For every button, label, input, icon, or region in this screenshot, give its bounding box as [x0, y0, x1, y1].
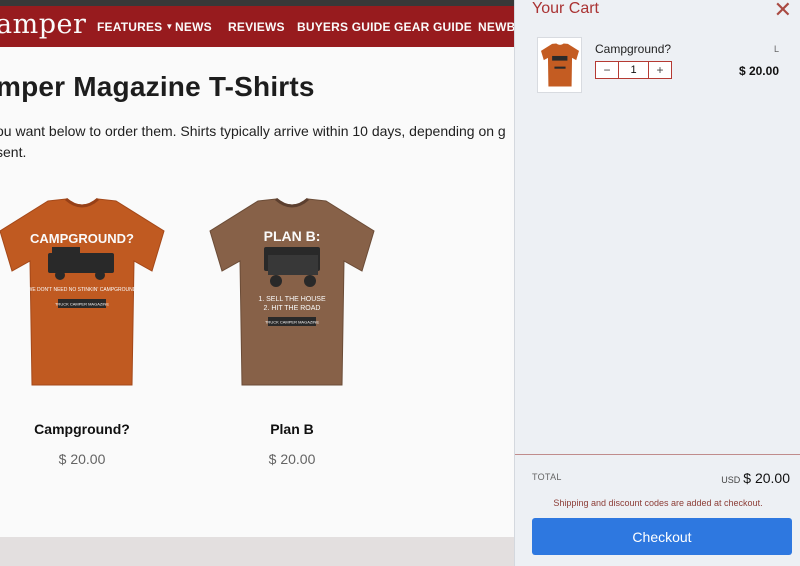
product-name[interactable]: Campground?	[0, 421, 172, 437]
product-image-plan-b[interactable]: PLAN B: 1. SELL THE HOUSE 2. HIT THE ROA…	[206, 197, 378, 387]
chevron-down-icon: ▼	[165, 22, 174, 31]
nav-news[interactable]: NEWS	[175, 20, 212, 34]
nav-buyers-guide[interactable]: BUYERS GUIDE	[297, 20, 391, 34]
shop-page: mper Magazine T-Shirts ou want below to …	[0, 47, 514, 566]
close-icon[interactable]: ✕	[774, 0, 792, 23]
page-intro: ou want below to order them. Shirts typi…	[0, 123, 506, 160]
product-price: $ 20.00	[58, 451, 106, 467]
quantity-stepper: − 1 +	[595, 61, 672, 79]
cart-footer: TOTAL USD $ 20.00 Shipping and discount c…	[515, 454, 800, 566]
quantity-value[interactable]: 1	[618, 62, 649, 78]
checkout-button[interactable]: Checkout	[532, 518, 792, 555]
cart-item-title: Campground?	[595, 42, 672, 56]
shipping-note: Shipping and discount codes are added at…	[553, 498, 763, 508]
svg-text:WE DON'T NEED NO STINKIN' CAMP: WE DON'T NEED NO STINKIN' CAMPGROUND	[28, 287, 137, 293]
product-image-campground[interactable]: CAMPGROUND? WE DON'T NEED NO STINKIN' CA…	[0, 197, 168, 387]
cart-item-price: $ 20.00	[738, 64, 779, 78]
cart-item-variant: L	[773, 44, 779, 54]
cart-item-thumbnail	[537, 37, 582, 93]
product-card-campground[interactable]: CAMPGROUND? WE DON'T NEED NO STINKIN' CA…	[0, 197, 172, 467]
total-amount: $ 20.00	[743, 470, 790, 486]
total-value: USD $ 20.00	[721, 470, 790, 486]
shirt-thumbnail-icon	[540, 43, 579, 87]
total-label: TOTAL	[532, 472, 562, 482]
increase-quantity-button[interactable]: +	[649, 62, 671, 78]
product-price: $ 20.00	[268, 451, 316, 467]
decrease-quantity-button[interactable]: −	[596, 62, 618, 78]
svg-text:2. HIT THE ROAD: 2. HIT THE ROAD	[264, 305, 321, 312]
site-navbar: amper FEATURES ▼ NEWS REVIEWS BUYERS GUID…	[0, 6, 514, 47]
nav-features[interactable]: FEATURES ▼	[97, 20, 174, 34]
page-title: mper Magazine T-Shirts	[0, 71, 315, 102]
footer-band	[0, 537, 514, 566]
nav-newbie[interactable]: NEWBI	[478, 20, 514, 34]
site-logo[interactable]: amper	[0, 9, 86, 40]
svg-text:1. SELL THE HOUSE: 1. SELL THE HOUSE	[258, 296, 326, 303]
nav-reviews[interactable]: REVIEWS	[228, 20, 285, 34]
product-name[interactable]: Plan B	[202, 421, 382, 437]
product-card-plan-b[interactable]: PLAN B: 1. SELL THE HOUSE 2. HIT THE ROA…	[202, 197, 382, 467]
cart-title: Your Cart	[532, 0, 599, 17]
svg-text:TRUCK CAMPER MAGAZINE: TRUCK CAMPER MAGAZINE	[55, 302, 109, 307]
cart-drawer: Your Cart ✕ Campground? L − 1 + $ 20.00 …	[514, 0, 800, 566]
svg-text:TRUCK CAMPER MAGAZINE: TRUCK CAMPER MAGAZINE	[265, 320, 319, 325]
nav-gear-guide[interactable]: GEAR GUIDE	[394, 20, 472, 34]
svg-text:PLAN B:: PLAN B:	[264, 228, 321, 244]
svg-text:CAMPGROUND?: CAMPGROUND?	[30, 231, 134, 246]
total-currency: USD	[721, 475, 741, 485]
